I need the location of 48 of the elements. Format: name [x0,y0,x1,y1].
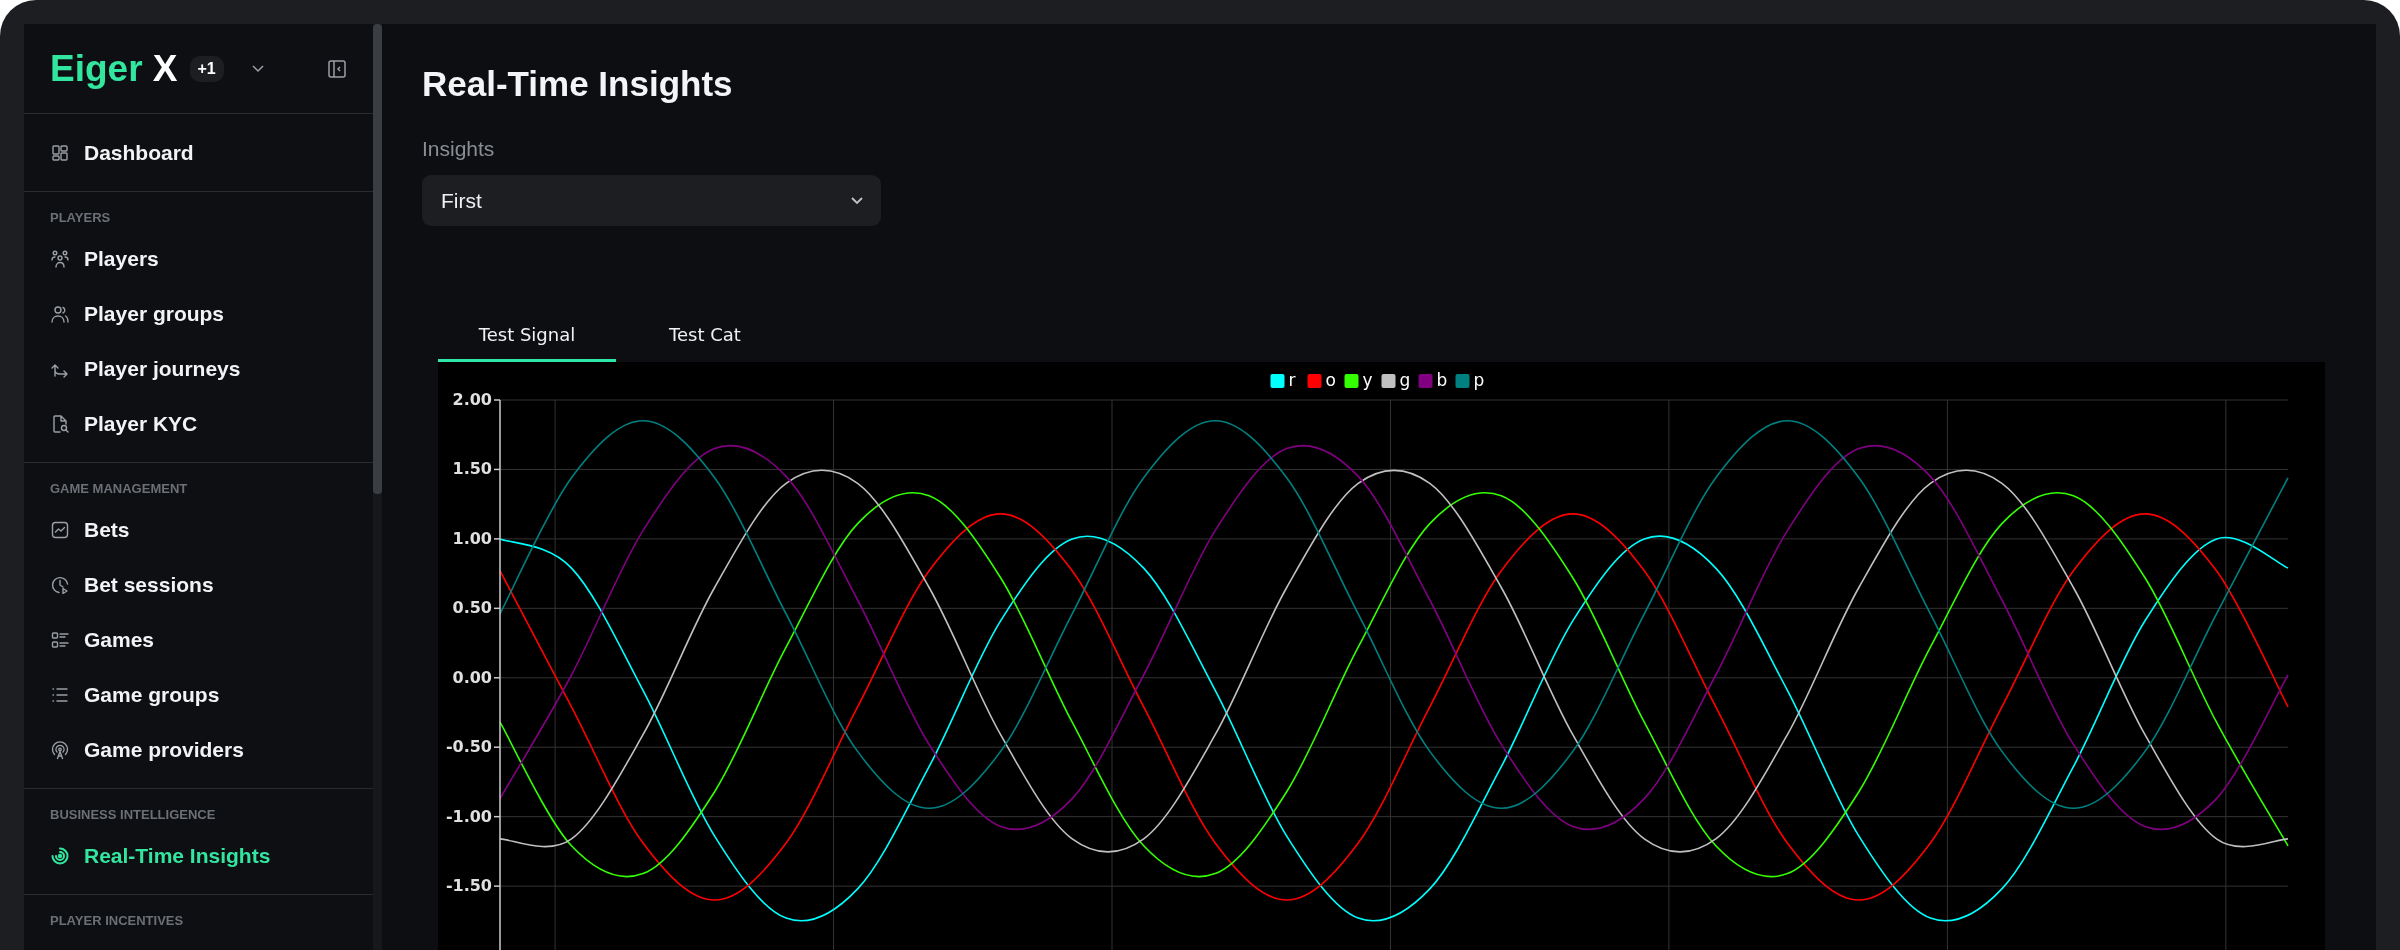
axis-tick-label: 1.00 [452,528,492,548]
field-label: Insights [422,137,496,161]
section-heading: PLAYER INCENTIVES [50,912,185,930]
list-icon [50,629,70,650]
nav-item[interactable]: Player journeys [50,341,347,396]
people-icon [50,248,70,269]
logo: Eiger X [50,47,178,90]
clock-icon [50,574,70,595]
nav-item[interactable]: Players [50,231,347,286]
nav-item[interactable]: Player KYC [50,396,347,451]
antenna-icon [50,739,70,760]
axis-tick-label: 1.50 [452,459,492,479]
legend-label[interactable]: r [1288,370,1296,390]
count-badge: +1 [189,55,224,82]
nav-item[interactable]: Bets [50,502,347,557]
sidebar-toggle-icon[interactable] [327,58,347,79]
section-heading: PLAYERS [50,209,112,227]
nav-item[interactable]: Real-Time Insights [50,828,347,883]
legend-label[interactable]: p [1473,370,1485,390]
axis-tick-label: -1.50 [445,876,492,896]
tab[interactable]: Test Cat [616,314,794,362]
nav-item[interactable]: Dashboard [50,125,347,180]
section-heading: GAME MANAGEMENT [50,480,189,498]
axis-tick-label: -0.50 [445,737,492,757]
legend-label[interactable]: b [1436,370,1448,390]
chart-icon [50,519,70,540]
page-title: Real-Time Insights [422,63,734,105]
section-heading: BUSINESS INTELLIGENCE [50,806,217,824]
grid-icon [50,142,70,163]
target-icon [50,845,70,866]
axis-tick-label: -1.00 [445,806,492,826]
legend-label[interactable]: o [1325,370,1336,390]
nav-item[interactable]: Bet sessions [50,557,347,612]
chevron-down-icon [851,196,863,205]
insights-select[interactable]: First [422,175,881,226]
legend-label[interactable]: g [1399,370,1411,390]
axis-tick-label: 0.00 [452,667,492,687]
axis-tick-label: 0.50 [452,598,492,618]
chevron-down-icon[interactable] [251,64,264,73]
nav-item[interactable]: Game providers [50,722,347,777]
nav-item[interactable]: Player groups [50,286,347,341]
nav-item[interactable]: Game groups [50,667,347,722]
nav-item[interactable]: Games [50,612,347,667]
axis-tick-label: 2.00 [452,390,492,409]
scrollbar[interactable] [373,24,382,494]
users-icon [50,303,70,324]
legend-label[interactable]: y [1362,370,1373,390]
document-search-icon [50,413,70,434]
